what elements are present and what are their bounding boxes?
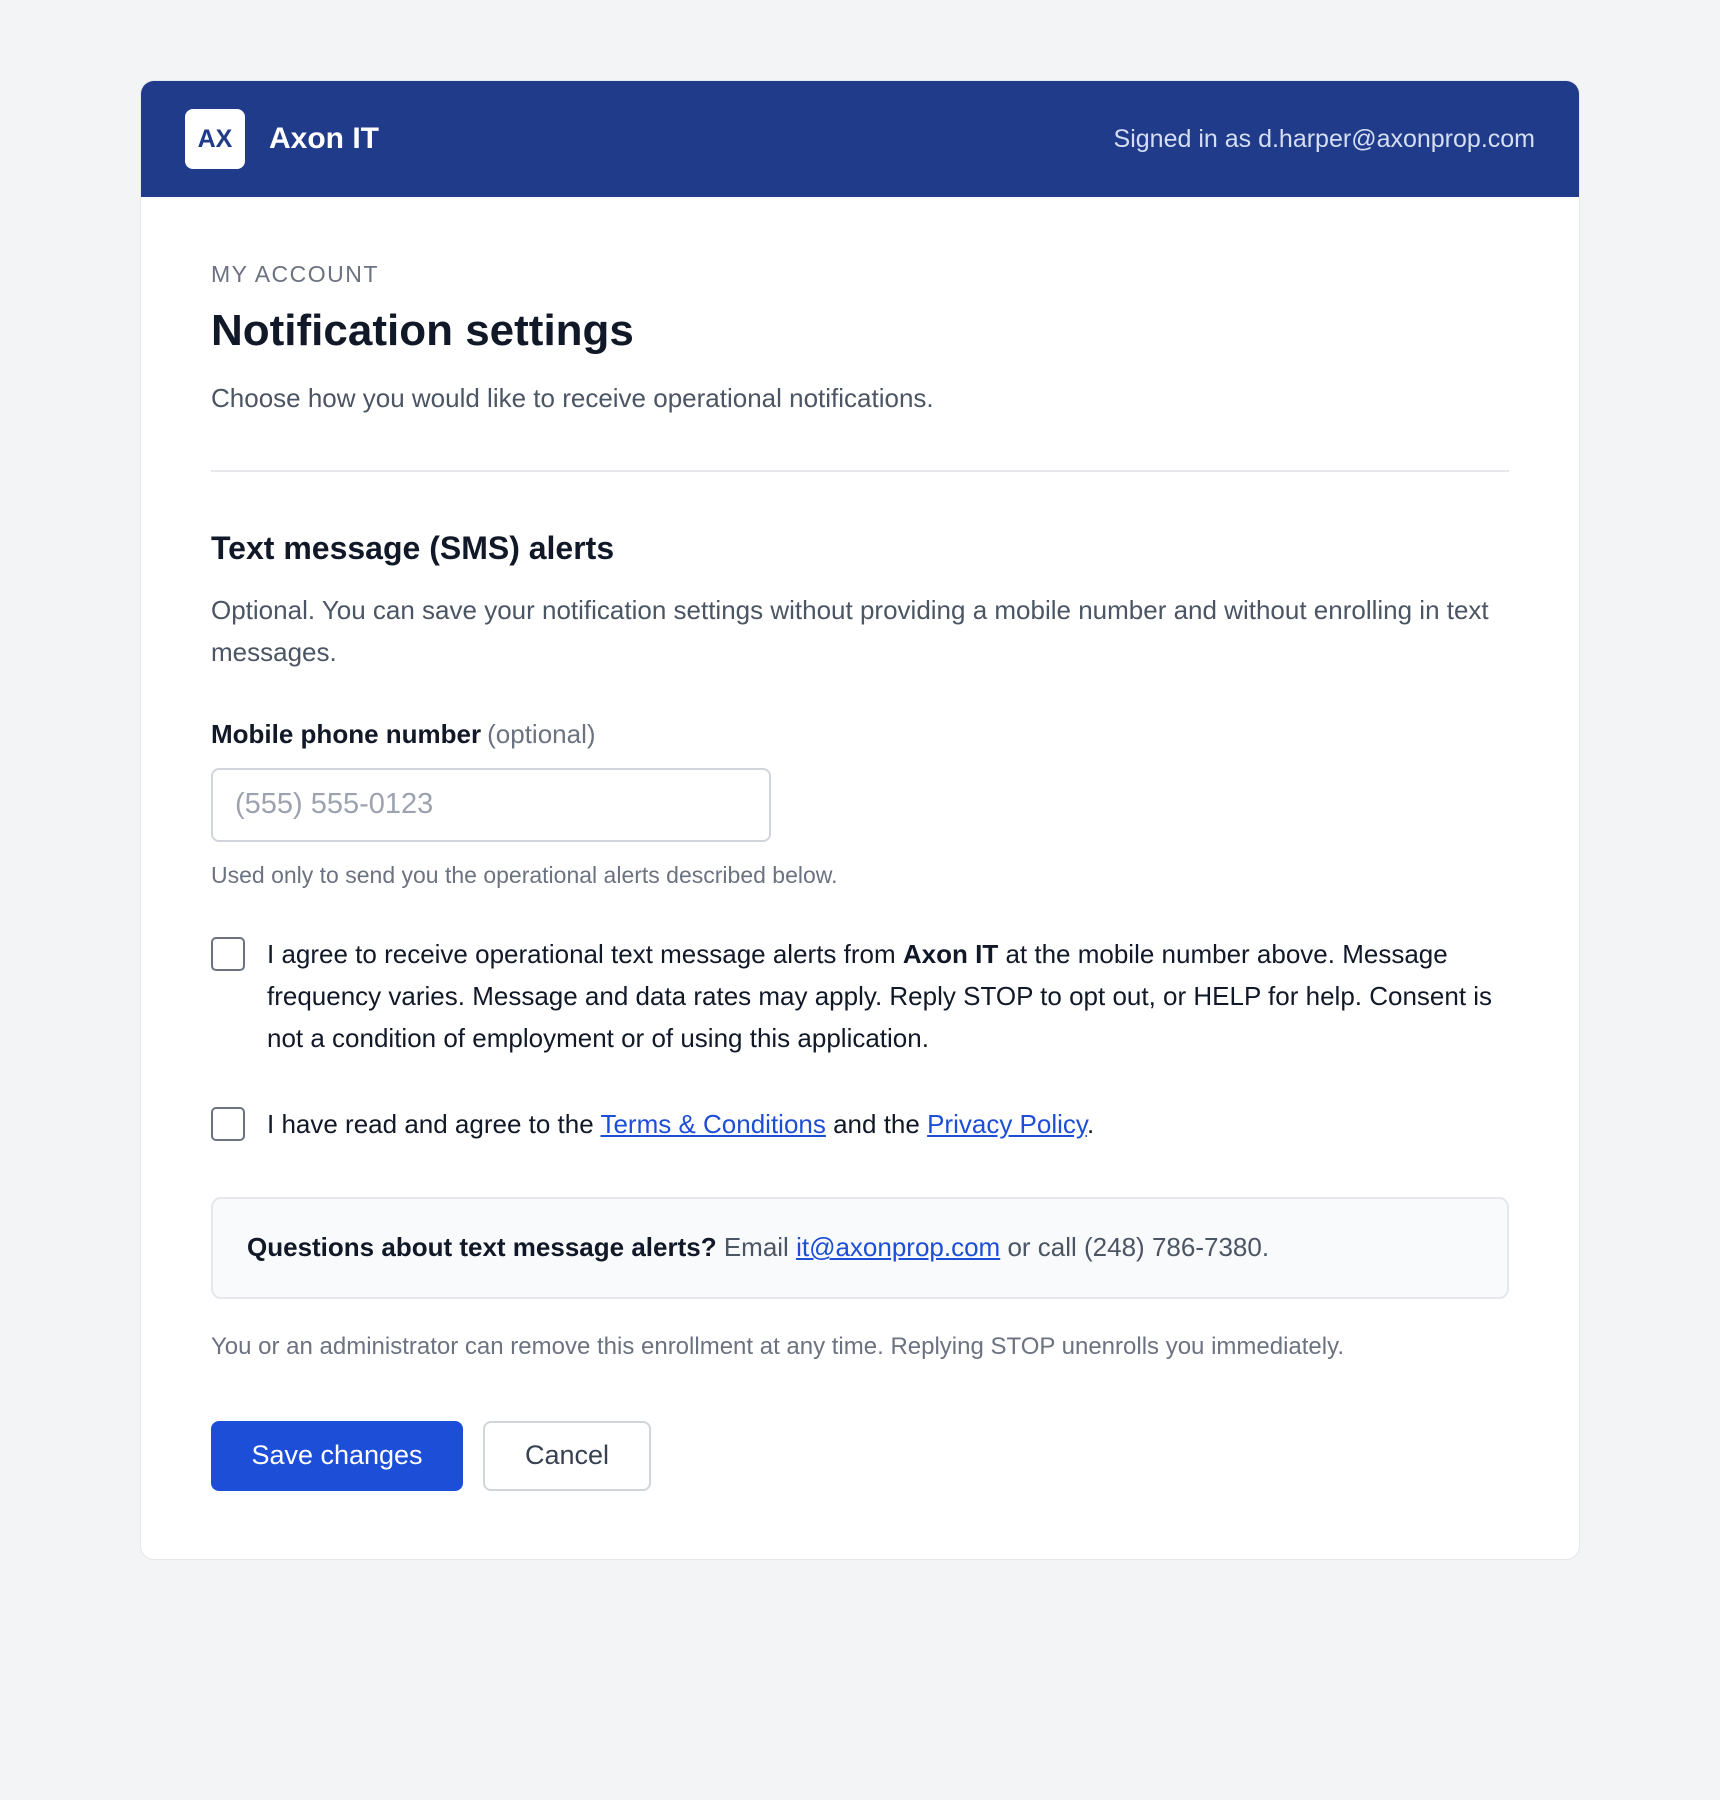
phone-optional-tag: (optional) xyxy=(487,718,596,749)
terms-link[interactable]: Terms & Conditions xyxy=(600,1109,825,1139)
terms-text-after: . xyxy=(1086,1108,1095,1139)
phone-help-text: Used only to send you the operational al… xyxy=(211,861,838,888)
terms-consent-row: I have read and agree to the Terms & Con… xyxy=(211,1103,1509,1145)
phone-field-label: Mobile phone number (optional) xyxy=(211,719,1509,750)
app-header: AX Axon IT Signed in as d.harper@axonpro… xyxy=(141,81,1579,197)
help-phone-text: or call (248) 786-7380. xyxy=(1000,1232,1270,1263)
brand-name: Axon IT xyxy=(269,122,379,155)
breadcrumb: MY ACCOUNT xyxy=(211,261,379,287)
privacy-policy-link[interactable]: Privacy Policy xyxy=(927,1109,1087,1139)
sms-section-title: Text message (SMS) alerts xyxy=(211,529,615,566)
form-actions: Save changes Cancel xyxy=(211,1420,1509,1491)
phone-label-text: Mobile phone number xyxy=(211,718,482,749)
cancel-button[interactable]: Cancel xyxy=(483,1420,651,1491)
page-subtitle: Choose how you would like to receive ope… xyxy=(211,382,934,413)
terms-text-before: I have read and agree to the xyxy=(267,1108,601,1139)
enrollment-footnote: You or an administrator can remove this … xyxy=(211,1332,1344,1360)
terms-checkbox[interactable] xyxy=(211,1106,245,1141)
settings-card: AX Axon IT Signed in as d.harper@axonpro… xyxy=(140,80,1580,1560)
consent-text-before: I agree to receive operational text mess… xyxy=(267,938,903,969)
sms-consent-checkbox[interactable] xyxy=(211,936,245,971)
page-title: Notification settings xyxy=(211,306,634,355)
mobile-phone-input[interactable] xyxy=(211,767,771,842)
help-email-prefix: Email xyxy=(716,1232,797,1263)
terms-text: I have read and agree to the Terms & Con… xyxy=(267,1103,1094,1145)
main-content: MY ACCOUNT Notification settings Choose … xyxy=(141,261,1579,1491)
consent-brand: Axon IT xyxy=(902,938,999,969)
signed-in-user: Signed in as d.harper@axonprop.com xyxy=(1113,124,1535,153)
sms-consent-row: I agree to receive operational text mess… xyxy=(211,933,1509,1059)
logo: AX xyxy=(185,109,245,169)
support-email-link[interactable]: it@axonprop.com xyxy=(796,1232,1000,1262)
help-info-box: Questions about text message alerts? Ema… xyxy=(211,1196,1509,1299)
save-changes-button[interactable]: Save changes xyxy=(211,1420,463,1491)
sms-section-description: Optional. You can save your notification… xyxy=(211,594,1489,667)
terms-text-middle: and the xyxy=(825,1108,928,1139)
help-question: Questions about text message alerts? xyxy=(247,1232,717,1263)
section-divider xyxy=(211,469,1509,472)
help-info-text: Questions about text message alerts? Ema… xyxy=(247,1232,1269,1263)
sms-consent-text: I agree to receive operational text mess… xyxy=(267,933,1509,1059)
